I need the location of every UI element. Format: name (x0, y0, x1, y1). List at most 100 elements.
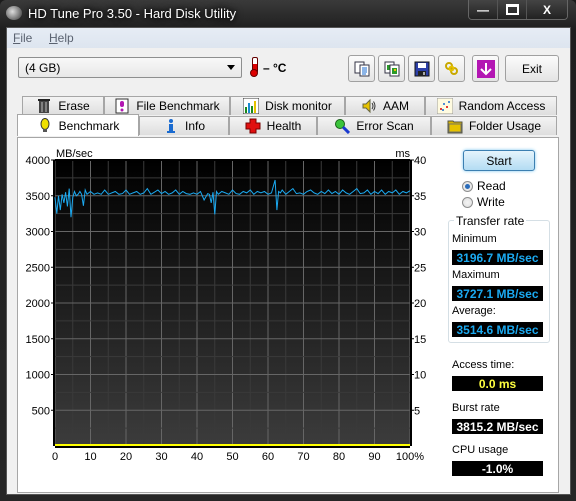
y2-tick-label: 40 (414, 155, 426, 167)
menu-file[interactable]: File (13, 31, 32, 45)
cpu-usage-label: CPU usage (452, 444, 509, 456)
scatter-icon (436, 98, 453, 114)
copy-text-icon (354, 61, 369, 76)
average-label: Average: (452, 305, 496, 317)
menu-help[interactable]: Help (49, 31, 74, 45)
y2-tick-label: 15 (414, 334, 426, 346)
x-tick-label: 80 (333, 451, 345, 463)
read-radio[interactable]: Read (462, 179, 506, 193)
tab-random-access-label: Random Access (458, 99, 546, 113)
tab-file-benchmark[interactable]: File Benchmark (104, 96, 230, 115)
red-cross-icon (245, 118, 261, 134)
close-icon: X (542, 2, 551, 17)
x-tick-label: 30 (155, 451, 167, 463)
tab-folder-usage[interactable]: Folder Usage (431, 116, 557, 135)
copy-text-button[interactable] (348, 55, 375, 82)
y2-tick-label: 30 (414, 227, 426, 239)
y2-tick-label: 35 (414, 191, 426, 203)
options-button[interactable] (438, 55, 465, 82)
maximum-label: Maximum (452, 269, 500, 281)
tab-health-label: Health (266, 119, 302, 133)
cpu-usage-value: -1.0% (452, 461, 543, 476)
drive-select[interactable]: (4 GB) (18, 57, 242, 78)
average-value: 3514.6 MB/sec (452, 322, 543, 337)
drive-select-value: (4 GB) (25, 61, 61, 75)
exit-button[interactable]: Exit (505, 55, 559, 82)
y-tick-label: 3500 (26, 191, 50, 203)
bar-chart-icon (243, 98, 260, 114)
copy-screenshot-icon (384, 61, 399, 76)
menu-file-label: ile (20, 31, 33, 45)
tab-aam[interactable]: AAM (345, 96, 425, 115)
speaker-icon (361, 98, 377, 114)
maximize-button[interactable] (497, 0, 526, 19)
start-button[interactable]: Start (463, 150, 535, 171)
minimum-label: Minimum (452, 233, 497, 245)
title-bar[interactable]: HD Tune Pro 3.50 - Hard Disk Utility — X (0, 0, 576, 28)
access-time-label: Access time: (452, 359, 515, 371)
tab-info-label: Info (184, 119, 205, 133)
tab-erase[interactable]: Erase (22, 96, 104, 115)
window-title: HD Tune Pro 3.50 - Hard Disk Utility (28, 6, 237, 21)
y-tick-label: 1500 (26, 334, 50, 346)
radio-write-indicator (462, 196, 473, 208)
burst-rate-value: 3815.2 MB/sec (452, 419, 543, 434)
menu-bar: File Help (7, 28, 570, 48)
save-button[interactable] (408, 55, 435, 82)
transfer-rate-title: Transfer rate (454, 214, 527, 228)
y2-tick-label: 5 (414, 405, 420, 417)
close-button[interactable]: X (526, 0, 567, 19)
minimize-button[interactable]: — (469, 0, 497, 19)
y-axis-label: MB/sec (56, 148, 93, 160)
lightbulb-icon (37, 117, 53, 134)
y2-tick-label: 25 (414, 262, 426, 274)
chevron-down-icon (227, 65, 235, 70)
y-tick-label: 2500 (26, 262, 50, 274)
tab-folder-usage-label: Folder Usage (468, 119, 542, 133)
benchmark-chart: 5001000150020002500300035004000510152025… (26, 148, 427, 463)
tab-aam-label: AAM (382, 99, 409, 113)
copy-screenshot-button[interactable] (378, 55, 405, 82)
read-radio-label: Read (477, 179, 506, 193)
x-tick-label: 100% (396, 451, 424, 463)
x-tick-label: 60 (262, 451, 274, 463)
menu-help-label: elp (57, 31, 74, 45)
tab-file-benchmark-label: File Benchmark (136, 99, 220, 113)
temperature-readout: – °C (263, 61, 287, 75)
tab-info[interactable]: Info (139, 116, 229, 135)
maximize-icon (505, 4, 519, 15)
tab-error-scan[interactable]: Error Scan (317, 116, 431, 135)
menu-help-accel: H (49, 31, 58, 45)
radio-read-indicator (462, 180, 473, 192)
tab-error-scan-label: Error Scan (356, 119, 414, 133)
folder-icon (447, 118, 463, 134)
tab-benchmark[interactable]: Benchmark (17, 114, 139, 136)
y2-tick-label: 20 (414, 298, 426, 310)
burst-rate-label: Burst rate (452, 402, 500, 414)
y2-tick-label: 10 (414, 370, 426, 382)
x-tick-label: 10 (84, 451, 96, 463)
y-tick-label: 3000 (26, 227, 50, 239)
tab-benchmark-label: Benchmark (58, 118, 120, 133)
x-tick-label: 50 (226, 451, 238, 463)
info-icon (163, 118, 179, 134)
write-radio[interactable]: Write (462, 195, 505, 209)
down-arrow-icon (476, 59, 495, 78)
y-tick-label: 500 (32, 405, 50, 417)
x-tick-label: 0 (52, 451, 58, 463)
minimize-icon: — (477, 2, 489, 17)
tab-random-access[interactable]: Random Access (425, 96, 557, 115)
magnifier-icon (334, 118, 351, 134)
chain-icon (444, 61, 458, 75)
floppy-disk-icon (414, 61, 429, 76)
tab-disk-monitor[interactable]: Disk monitor (230, 96, 345, 115)
x-tick-label: 90 (368, 451, 380, 463)
minimum-value: 3196.7 MB/sec (452, 250, 543, 265)
download-button[interactable] (472, 55, 499, 82)
tab-erase-label: Erase (58, 99, 90, 113)
thermometer-icon (250, 57, 258, 77)
write-radio-label: Write (477, 195, 505, 209)
tab-health[interactable]: Health (229, 116, 317, 135)
client-area: File Help (4 GB) – °C Exit Erase File Be… (6, 27, 571, 495)
x-tick-label: 40 (191, 451, 203, 463)
